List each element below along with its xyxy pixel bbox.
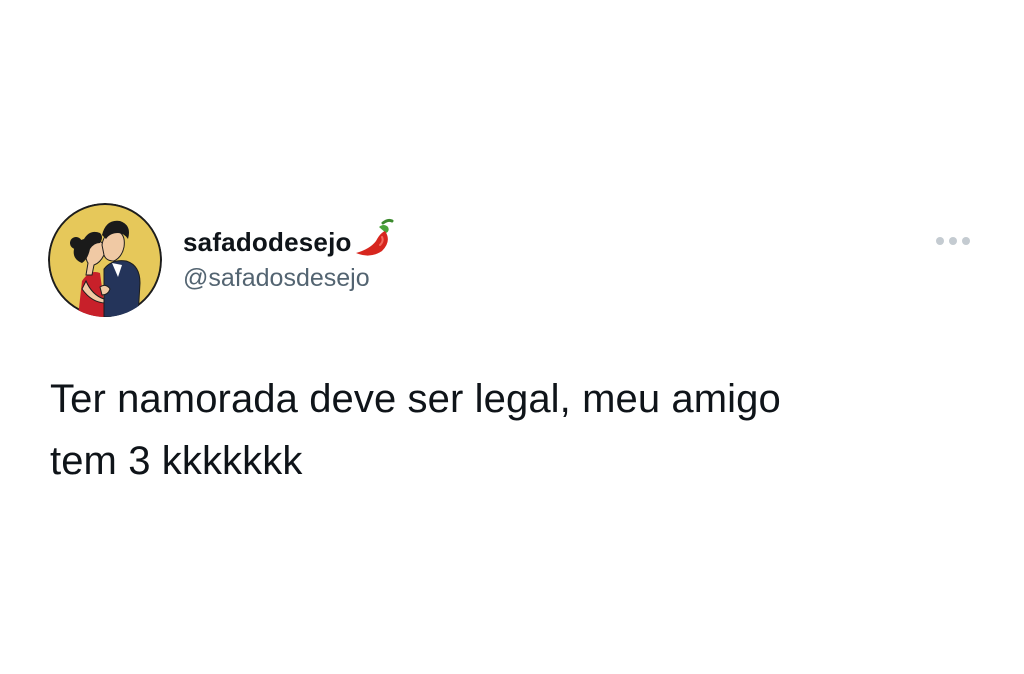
more-options-icon: [936, 237, 970, 245]
tweet-text-line-1: Ter namorada deve ser legal, meu amigo: [50, 377, 781, 421]
tweet-text: Ter namorada deve ser legal, meu amigo t…: [50, 368, 950, 492]
tweet-text-line-2: tem 3 kkkkkkk: [50, 439, 303, 483]
hot-pepper-icon: [352, 215, 396, 259]
tweet: safadodesejo @safadosdesejo Ter namorada…: [0, 0, 1024, 674]
avatar[interactable]: [48, 203, 162, 317]
display-name-row[interactable]: safadodesejo: [183, 218, 396, 262]
display-name: safadodesejo: [183, 226, 352, 257]
more-options-button[interactable]: [932, 230, 974, 252]
couple-kissing-avatar-icon: [48, 203, 162, 317]
user-handle[interactable]: @safadosdesejo: [183, 264, 370, 293]
